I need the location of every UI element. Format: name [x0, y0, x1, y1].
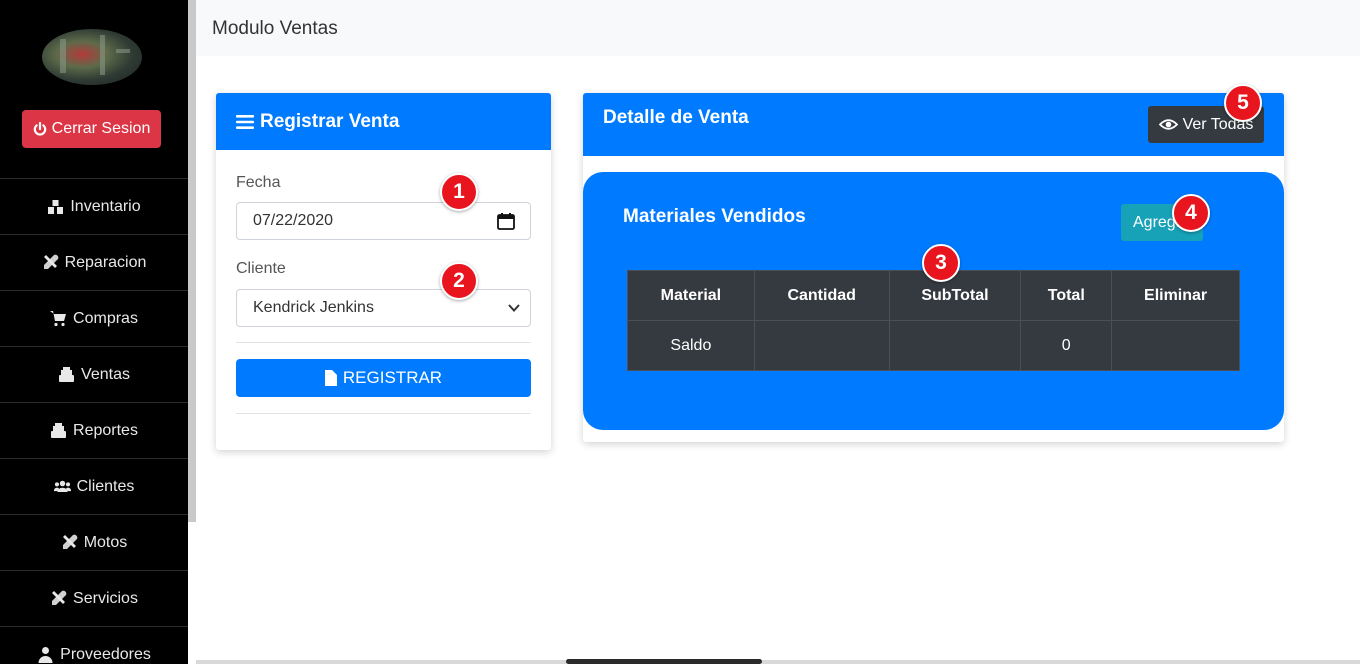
marker-badge-5: 5: [1224, 84, 1262, 122]
marker-badge-3: 3: [922, 244, 960, 282]
sidebar-item-servicios[interactable]: Servicios: [0, 570, 188, 626]
column-header-material: Material: [627, 270, 755, 321]
calendar-icon[interactable]: [497, 213, 515, 230]
column-header-total: Total: [1020, 270, 1113, 321]
sidebar-item-inventario[interactable]: Inventario: [0, 178, 188, 234]
sidebar-item-label: Reportes: [73, 421, 138, 439]
sidebar-item-label: Clientes: [76, 477, 135, 495]
table-cell: Saldo: [627, 320, 755, 371]
marker-badge-4: 4: [1172, 194, 1210, 232]
table-cell: 0: [1020, 320, 1113, 371]
horizontal-scrollbar[interactable]: [566, 659, 762, 664]
sidebar-item-reportes[interactable]: Reportes: [0, 402, 188, 458]
sale-detail-title: Detalle de Venta: [603, 107, 749, 128]
eye-icon: [1158, 119, 1178, 130]
table-cell: [753, 320, 890, 371]
column-header-cantidad: Cantidad: [753, 270, 890, 321]
sidebar-item-label: Servicios: [73, 589, 138, 607]
sidebar-item-ventas[interactable]: Ventas: [0, 346, 188, 402]
tools-icon: [62, 534, 77, 549]
client-value: Kendrick Jenkins: [253, 299, 374, 316]
sidebar-item-compras[interactable]: Compras: [0, 290, 188, 346]
users-icon: [53, 480, 71, 493]
sidebar-nav: Inventario Reparacion Compras Ventas Rep…: [0, 178, 188, 664]
divider: [236, 413, 531, 414]
sidebar-scrollbar[interactable]: [188, 0, 196, 522]
chevron-down-icon: [508, 304, 520, 312]
warehouse-icon: [48, 200, 64, 214]
sidebar-item-label: Proveedores: [60, 645, 151, 663]
table-cell: [1111, 320, 1240, 371]
bottom-border: [196, 660, 1360, 664]
cash-register-icon: [59, 367, 75, 382]
client-label: Cliente: [236, 260, 286, 277]
materials-table: Material Cantidad SubTotal Total Elimina…: [627, 270, 1240, 371]
cart-icon: [50, 311, 67, 327]
sidebar-item-label: Compras: [73, 309, 138, 327]
date-field[interactable]: 07/22/2020: [236, 202, 531, 240]
register-sale-title: Registrar Venta: [260, 110, 400, 132]
register-button[interactable]: REGISTRAR: [236, 359, 531, 397]
marker-badge-1: 1: [440, 173, 478, 211]
table-row: Saldo 0: [627, 320, 1240, 371]
avatar: [42, 29, 142, 85]
page-title: Modulo Ventas: [212, 18, 338, 39]
tools-icon: [43, 254, 58, 269]
top-bar: Modulo Ventas: [196, 0, 1360, 56]
materials-title: Materiales Vendidos: [623, 206, 806, 227]
column-header-subtotal: SubTotal: [888, 270, 1022, 321]
register-button-label: REGISTRAR: [342, 368, 443, 387]
sidebar-item-label: Reparacion: [64, 253, 147, 271]
logout-button[interactable]: Cerrar Sesion: [22, 110, 161, 148]
cash-register-icon: [51, 423, 67, 438]
register-sale-header: Registrar Venta: [216, 93, 551, 150]
date-value: 07/22/2020: [253, 212, 334, 229]
marker-badge-2: 2: [440, 262, 478, 300]
column-header-eliminar: Eliminar: [1111, 270, 1240, 321]
table-cell: [888, 320, 1022, 371]
sidebar-item-motos[interactable]: Motos: [0, 514, 188, 570]
file-icon: [324, 370, 337, 386]
sidebar: Cerrar Sesion Inventario Reparacion Comp…: [0, 0, 188, 664]
logout-label: Cerrar Sesion: [51, 120, 151, 137]
divider: [236, 342, 531, 343]
user-tie-icon: [38, 647, 53, 663]
register-sale-card: Registrar Venta Fecha 07/22/2020 Cliente…: [216, 93, 551, 450]
sidebar-item-reparacion[interactable]: Reparacion: [0, 234, 188, 290]
sidebar-item-label: Motos: [83, 533, 128, 551]
sale-detail-header: Detalle de Venta Ver Todas: [583, 93, 1284, 156]
tools-icon: [52, 590, 67, 605]
sidebar-item-label: Inventario: [70, 197, 141, 215]
power-icon: [33, 121, 46, 136]
menu-bars-icon: [236, 114, 254, 129]
sidebar-item-label: Ventas: [81, 365, 130, 383]
sidebar-item-proveedores[interactable]: Proveedores: [0, 626, 188, 664]
date-label: Fecha: [236, 174, 281, 191]
sidebar-item-clientes[interactable]: Clientes: [0, 458, 188, 514]
client-select[interactable]: Kendrick Jenkins: [236, 289, 531, 327]
